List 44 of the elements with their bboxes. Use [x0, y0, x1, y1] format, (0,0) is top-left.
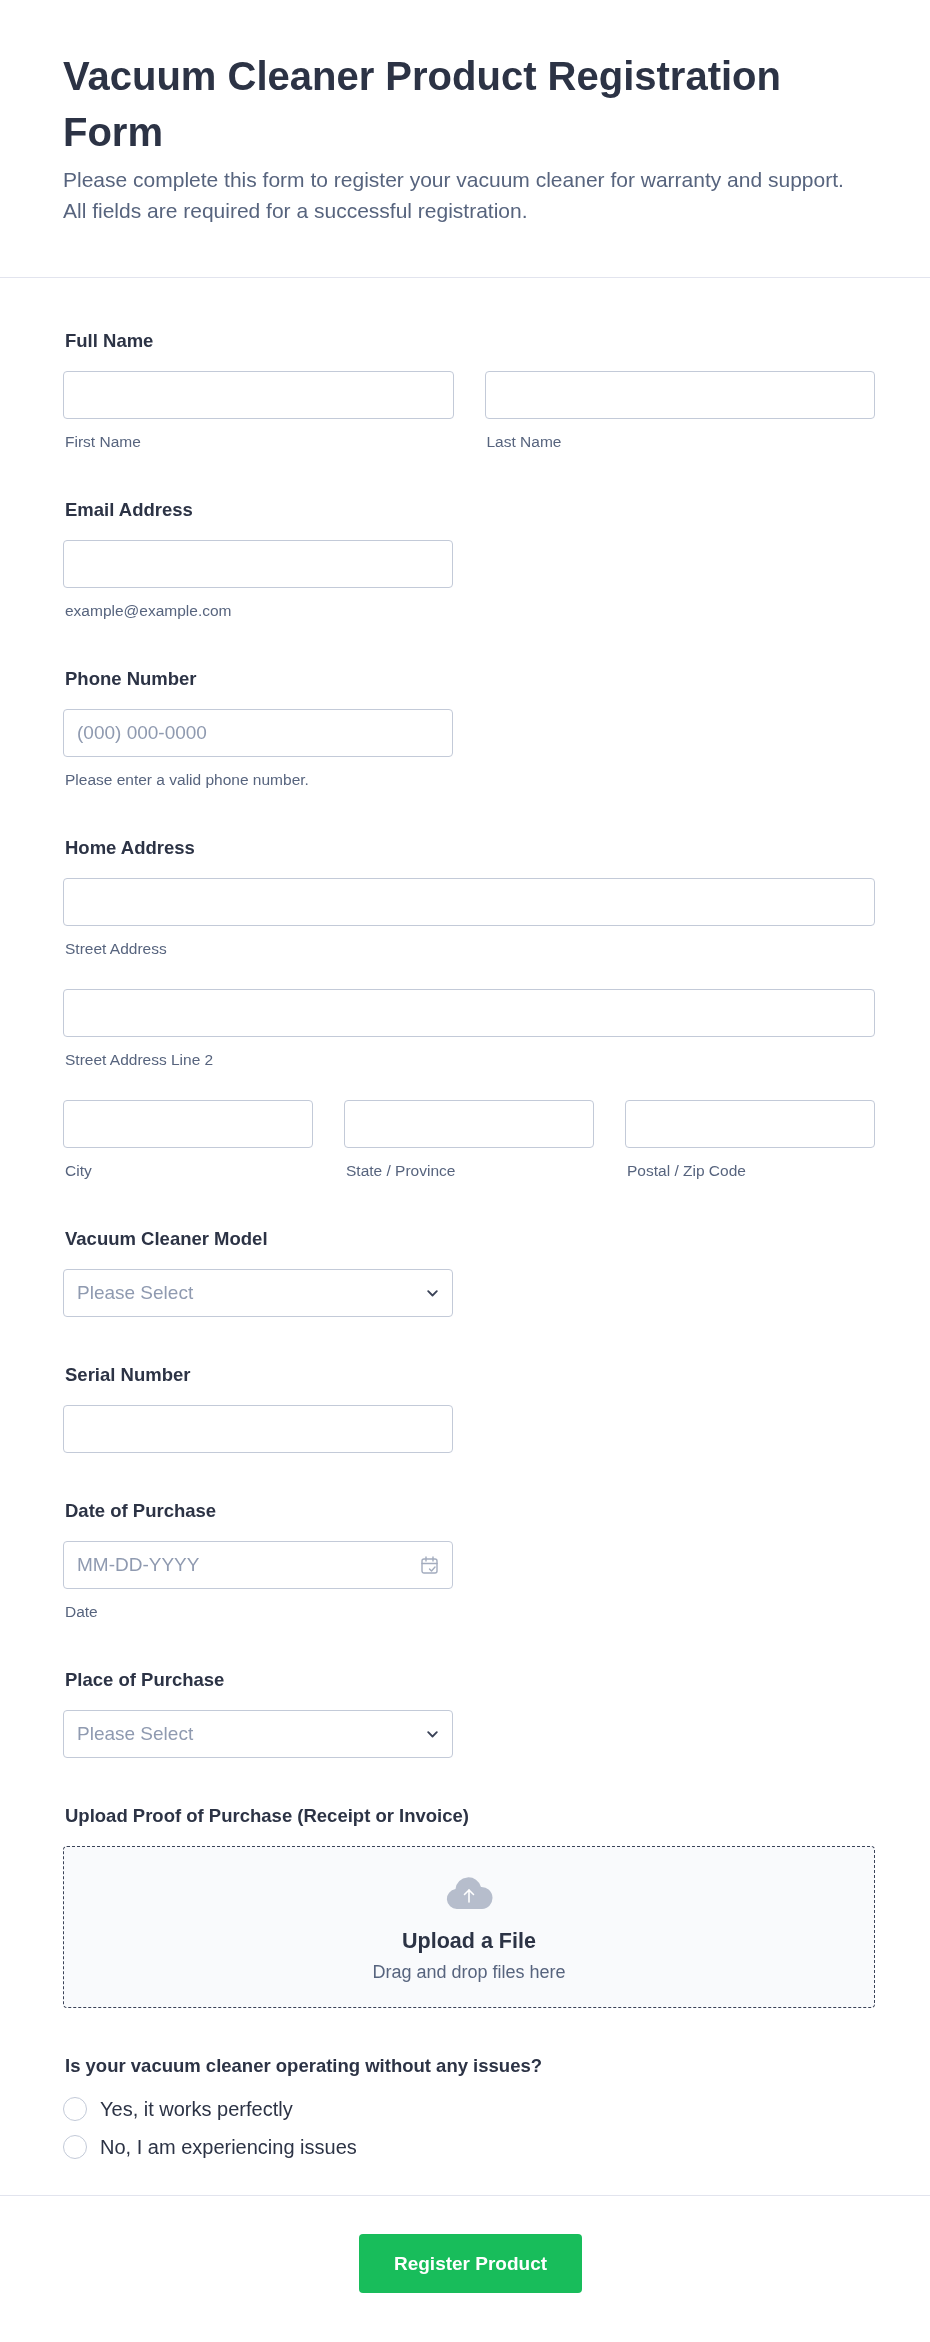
field-caption: Please enter a valid phone number. [65, 770, 309, 790]
chevron-down-icon [427, 1730, 438, 1738]
field-caption: First Name [65, 432, 141, 452]
field-label: Serial Number [65, 1363, 191, 1387]
field-caption: Last Name [486, 432, 562, 452]
field-caption: Date [65, 1602, 98, 1622]
form-description: Please complete this form to register your vacuum cleaner for warranty and support. All fields are required for a successful registration. [63, 167, 845, 224]
field-label: Email Address [65, 498, 193, 522]
text-input[interactable] [625, 1100, 875, 1148]
upload-hint: Drag and drop files here [372, 1961, 566, 1983]
radio-option-label[interactable]: Yes, it works perfectly [100, 2097, 293, 2121]
field-label: Place of Purchase [65, 1668, 225, 1692]
text-input[interactable] [344, 1100, 594, 1148]
text-input[interactable] [63, 989, 875, 1037]
field-label: Is your vacuum cleaner operating without any issues? [65, 2054, 543, 2078]
field-caption: Street Address [65, 939, 167, 959]
calendar-icon[interactable] [421, 1556, 438, 1574]
text-input[interactable] [63, 1100, 313, 1148]
radio-option-label[interactable]: No, I am experiencing issues [100, 2135, 357, 2159]
text-input[interactable] [63, 540, 453, 588]
text-input[interactable] [63, 1405, 453, 1453]
field-label: Upload Proof of Purchase (Receipt or Invoice) [65, 1804, 469, 1828]
form-title: Vacuum Cleaner Product Registration Form [63, 53, 782, 156]
date-input[interactable]: MM-DD-YYYY [63, 1541, 453, 1589]
field-caption: Postal / Zip Code [627, 1161, 746, 1181]
field-caption: Street Address Line 2 [65, 1050, 214, 1070]
upload-title: Upload a File [402, 1928, 536, 1955]
radio-button[interactable] [63, 2097, 87, 2121]
radio-button[interactable] [63, 2135, 87, 2159]
file-dropzone[interactable]: Upload a File Drag and drop files here [63, 1846, 875, 2008]
text-input[interactable] [484, 371, 875, 419]
field-label: Full Name [65, 329, 154, 353]
field-caption: City [65, 1161, 92, 1181]
text-input[interactable]: (000) 000-0000 [63, 709, 453, 757]
field-label: Date of Purchase [65, 1499, 217, 1523]
field-label: Phone Number [65, 667, 197, 691]
field-caption: State / Province [346, 1161, 456, 1181]
cloud-upload-icon [445, 1875, 493, 1909]
field-label: Vacuum Cleaner Model [65, 1227, 268, 1251]
field-caption: example@example.com [65, 601, 232, 621]
field-label: Home Address [65, 836, 195, 860]
text-input[interactable] [63, 878, 875, 926]
text-input[interactable] [63, 371, 454, 419]
chevron-down-icon [427, 1289, 438, 1297]
